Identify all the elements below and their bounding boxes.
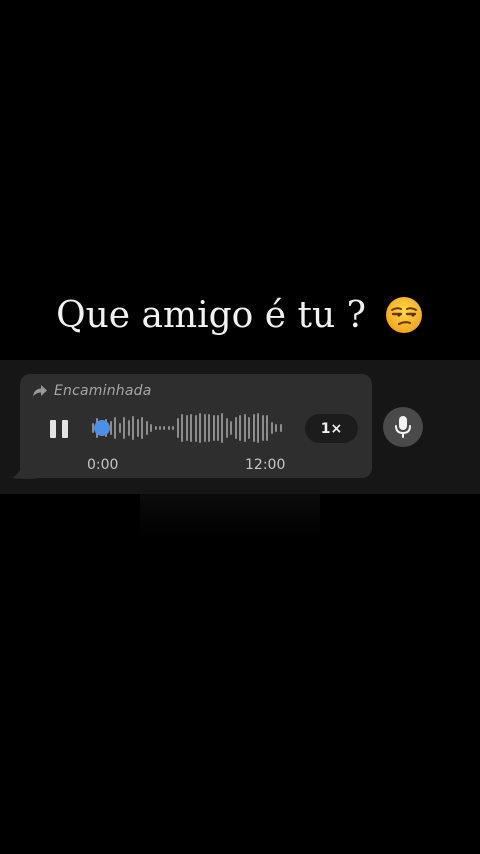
waveform-bar <box>234 416 237 440</box>
chat-shadow <box>140 494 320 540</box>
waveform-bar <box>203 413 206 443</box>
microphone-icon <box>393 415 413 439</box>
waveform-bar <box>154 425 157 431</box>
waveform-bar <box>194 414 197 442</box>
waveform-bar <box>243 413 246 443</box>
waveform-bar <box>185 415 188 441</box>
waveform-bar <box>212 415 215 441</box>
waveform-bar <box>279 424 282 432</box>
total-duration: 12:00 <box>245 457 286 473</box>
waveform-bar <box>176 417 179 439</box>
waveform-bar <box>136 419 139 437</box>
record-voice-button[interactable] <box>383 407 423 447</box>
pause-icon-bar <box>62 420 68 438</box>
audio-waveform[interactable] <box>92 410 284 446</box>
current-time: 0:00 <box>87 457 119 473</box>
waveform-bar <box>217 414 220 442</box>
waveform-bar <box>150 424 153 432</box>
waveform-bar <box>167 426 170 430</box>
caption: Que amigo é tu ? <box>0 292 480 340</box>
waveform-bar <box>275 424 278 432</box>
playback-speed-label: 1× <box>320 420 343 437</box>
waveform-bar <box>158 426 161 430</box>
waveform-bar <box>109 420 112 436</box>
waveform-bar <box>261 414 264 442</box>
waveform-bar <box>172 425 175 431</box>
unamused-face-emoji-icon <box>384 295 424 335</box>
caption-text: Que amigo é tu ? <box>56 295 366 336</box>
waveform-bar <box>132 415 135 441</box>
waveform-bar <box>221 413 224 443</box>
waveform-bar <box>199 413 202 443</box>
playback-speed-button[interactable]: 1× <box>305 414 358 443</box>
waveform-bar <box>127 419 130 437</box>
waveform-bar <box>208 413 211 443</box>
forwarded-label: Encaminhada <box>54 383 152 399</box>
waveform-bar <box>123 417 126 439</box>
waveform-bar <box>225 418 228 438</box>
waveform-bar <box>248 417 251 439</box>
waveform-bar <box>270 421 273 435</box>
waveform-bar <box>252 413 255 443</box>
waveform-bar <box>141 417 144 439</box>
waveform-bar <box>181 413 184 443</box>
waveform-bar <box>190 413 193 443</box>
playback-scrubber[interactable] <box>94 420 110 436</box>
forward-arrow-icon <box>32 384 48 398</box>
pause-button[interactable] <box>44 414 74 444</box>
waveform-bar <box>145 421 148 435</box>
pause-icon <box>50 420 56 438</box>
waveform-bar <box>114 416 117 440</box>
waveform-bar <box>118 422 121 434</box>
waveform-bar <box>230 421 233 435</box>
waveform-bar <box>239 415 242 441</box>
waveform-bar <box>257 413 260 443</box>
waveform-bar <box>266 415 269 441</box>
forwarded-indicator: Encaminhada <box>32 382 152 400</box>
waveform-bar <box>163 426 166 430</box>
